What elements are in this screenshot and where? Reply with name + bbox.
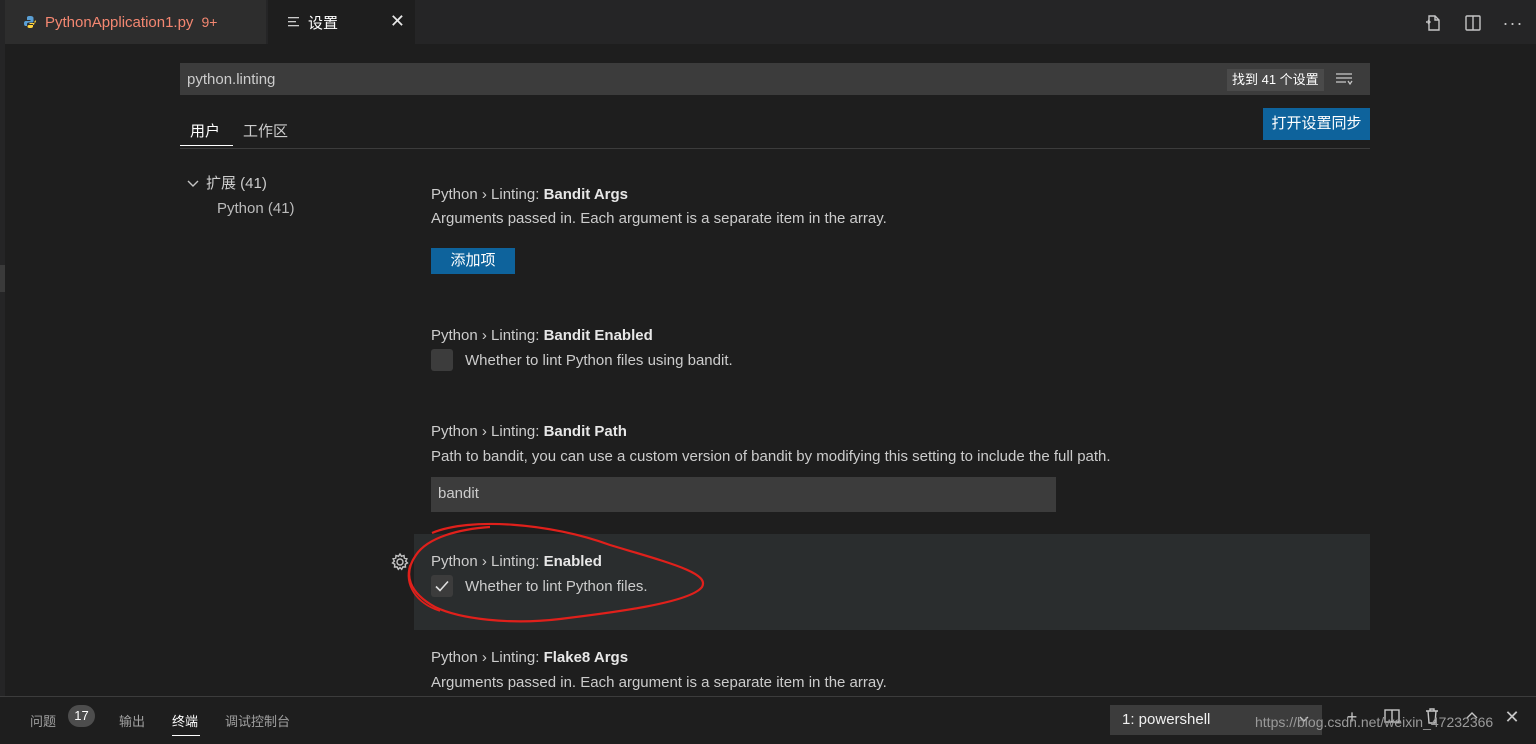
tab-settings[interactable]: 设置 ✕ bbox=[268, 0, 415, 44]
setting-category: Python › Linting: bbox=[431, 186, 544, 203]
panel-tab-output[interactable]: 输出 bbox=[119, 711, 145, 730]
toc-item-extensions[interactable]: 扩展 (41) bbox=[186, 172, 267, 193]
setting-name: Bandit Args bbox=[543, 186, 629, 203]
setting-title: Python › Linting: Bandit Args bbox=[431, 186, 628, 203]
split-editor-icon[interactable] bbox=[1462, 12, 1484, 34]
python-file-icon bbox=[24, 16, 36, 28]
setting-name: Bandit Path bbox=[543, 423, 627, 440]
setting-category: Python › Linting: bbox=[431, 327, 544, 344]
results-count-badge: 找到 41 个设置 bbox=[1227, 69, 1324, 91]
setting-name: Bandit Enabled bbox=[543, 327, 653, 344]
setting-title: Python › Linting: Flake8 Args bbox=[431, 649, 628, 666]
panel-tab-problems[interactable]: 问题 bbox=[30, 711, 56, 730]
setting-name: Flake8 Args bbox=[543, 649, 629, 666]
tab-problem-count: 9+ bbox=[201, 14, 218, 30]
tab-settings-label: 设置 bbox=[308, 14, 339, 32]
close-panel-icon[interactable]: ✕ bbox=[1502, 707, 1522, 727]
setting-category: Python › Linting: bbox=[431, 649, 544, 666]
tab-user-settings[interactable]: 用户 bbox=[190, 120, 220, 141]
setting-description: Path to bandit, you can use a custom ver… bbox=[431, 448, 1111, 465]
setting-title: Python › Linting: Bandit Path bbox=[431, 423, 627, 440]
filter-icon[interactable] bbox=[1335, 71, 1353, 87]
setting-title: Python › Linting: Bandit Enabled bbox=[431, 327, 653, 344]
settings-file-icon bbox=[288, 17, 299, 27]
add-item-button[interactable]: 添加项 bbox=[431, 248, 515, 274]
problems-count-badge: 17 bbox=[68, 705, 95, 727]
search-query: python.linting bbox=[187, 71, 276, 88]
bandit-path-input[interactable]: bandit bbox=[431, 477, 1056, 512]
tab-workspace-settings[interactable]: 工作区 bbox=[243, 120, 288, 141]
more-actions-icon[interactable]: ··· bbox=[1502, 12, 1524, 34]
panel-tab-debug-console[interactable]: 调试控制台 bbox=[225, 711, 290, 730]
setting-description: Whether to lint Python files using bandi… bbox=[465, 352, 733, 369]
close-tab-icon[interactable]: ✕ bbox=[390, 11, 405, 31]
activity-edge bbox=[0, 44, 5, 696]
active-panel-tab-indicator bbox=[172, 735, 200, 736]
setting-description: Arguments passed in. Each argument is a … bbox=[431, 210, 887, 227]
bandit-enabled-checkbox[interactable] bbox=[431, 349, 453, 371]
tab-python-file-label: PythonApplication1.py bbox=[45, 13, 194, 31]
toc-item-extensions-label: 扩展 (41) bbox=[206, 175, 267, 192]
sash-handle[interactable] bbox=[0, 265, 5, 292]
panel-tab-terminal[interactable]: 终端 bbox=[172, 711, 198, 730]
active-tab-indicator bbox=[180, 145, 233, 146]
divider bbox=[180, 148, 1370, 149]
settings-search-input[interactable]: python.linting 找到 41 个设置 bbox=[180, 63, 1370, 95]
chevron-down-icon bbox=[187, 180, 199, 187]
toc-item-python[interactable]: Python (41) bbox=[217, 200, 295, 217]
setting-category: Python › Linting: bbox=[431, 423, 544, 440]
red-circle-annotation bbox=[407, 522, 705, 623]
watermark: https://blog.csdn.net/weixin_47232366 bbox=[1255, 714, 1494, 730]
tab-python-file[interactable]: PythonApplication1.py 9+ bbox=[5, 0, 266, 44]
open-settings-json-icon[interactable] bbox=[1422, 12, 1444, 34]
setting-description: Arguments passed in. Each argument is a … bbox=[431, 674, 887, 691]
editor-tab-bar: PythonApplication1.py 9+ 设置 ✕ ··· bbox=[0, 0, 1536, 44]
turn-on-settings-sync-button[interactable]: 打开设置同步 bbox=[1263, 108, 1370, 140]
